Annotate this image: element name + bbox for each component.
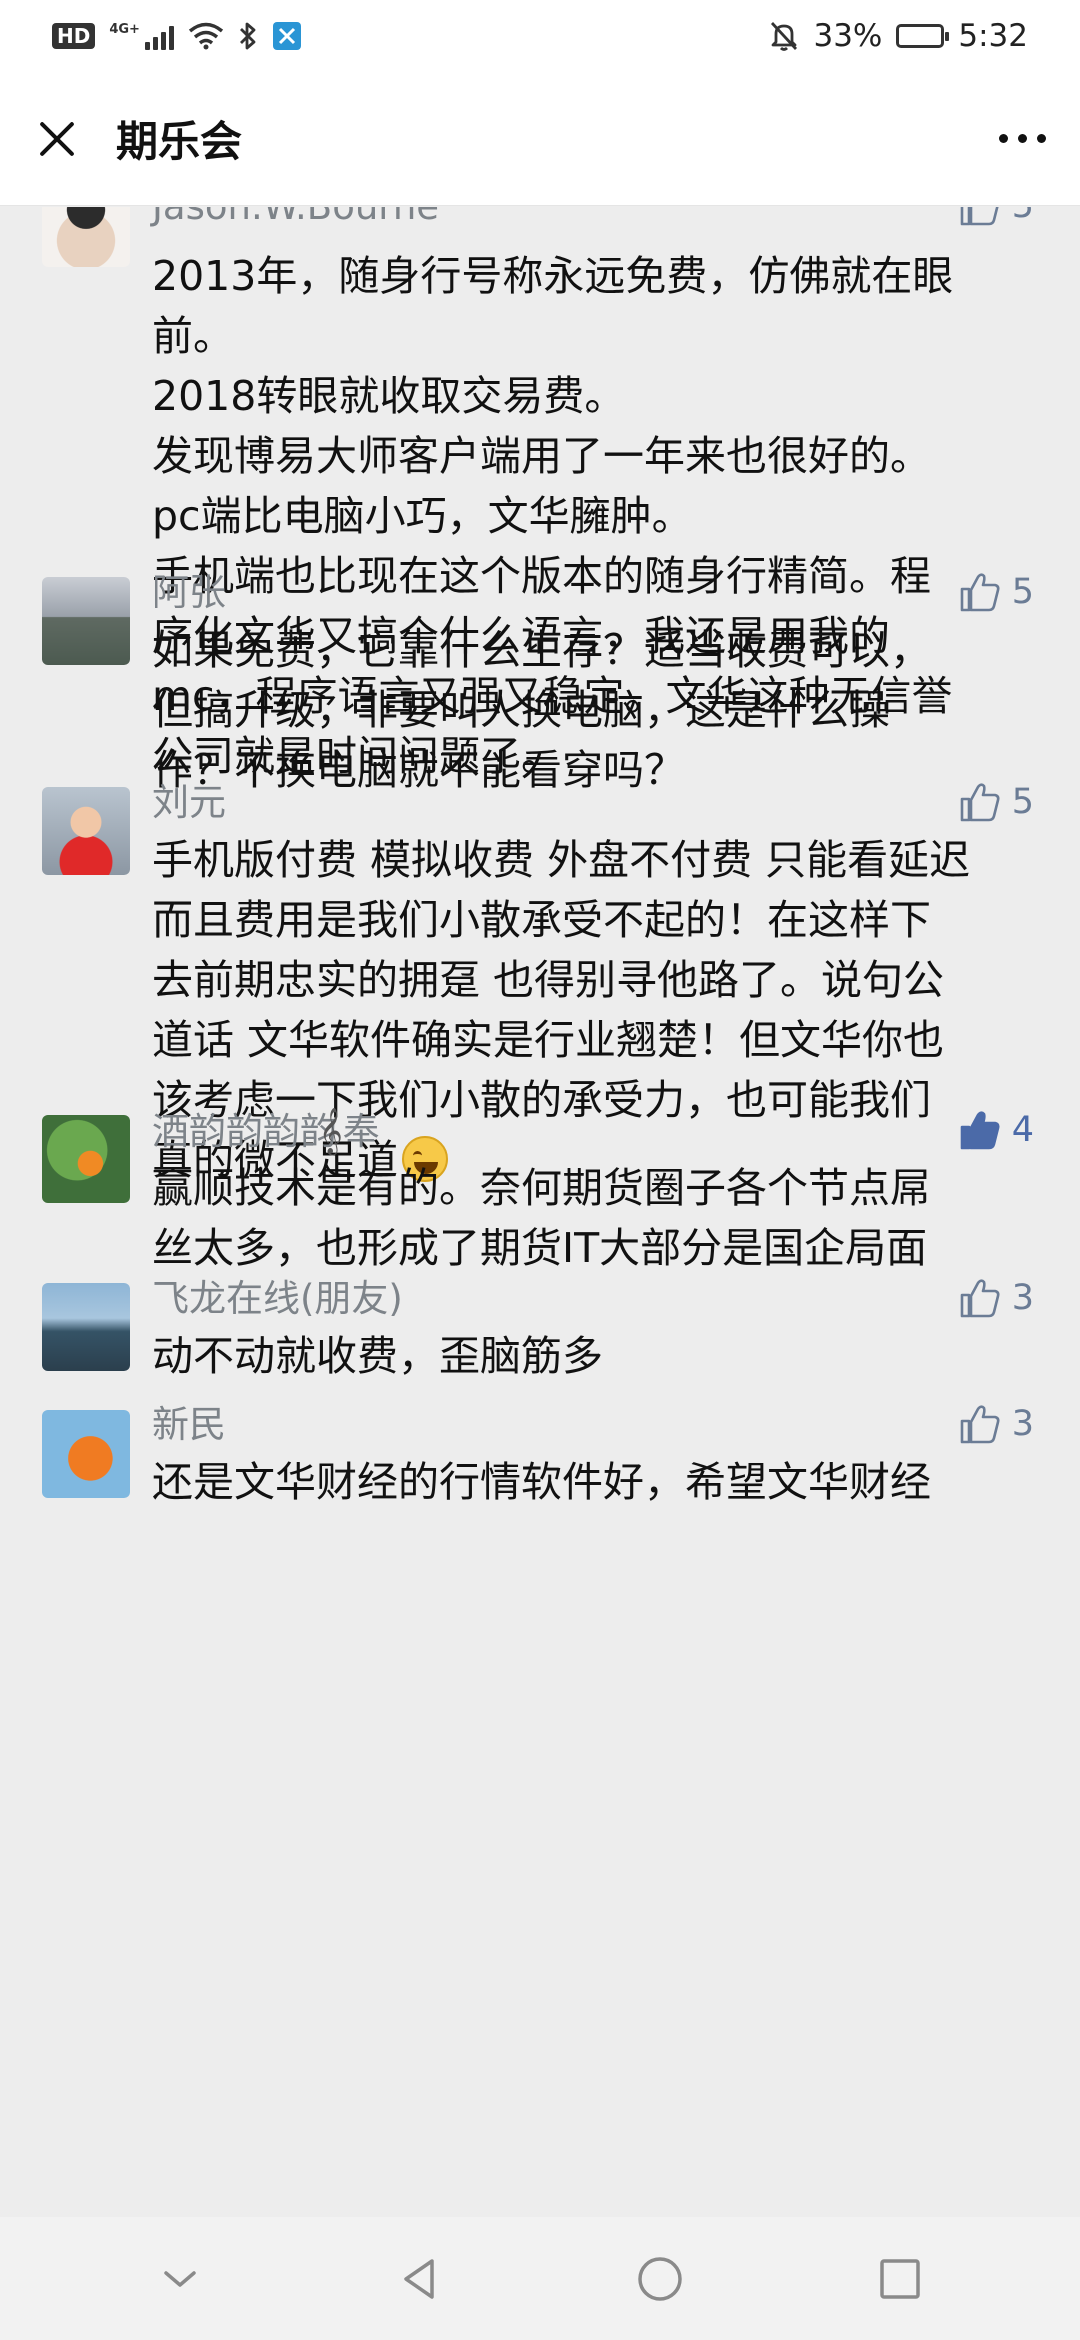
signal-icon: 4G+ <box>109 22 174 50</box>
thumbs-up-icon <box>960 573 1000 612</box>
page-title: 期乐会 <box>116 117 243 166</box>
more-icon[interactable] <box>999 124 1046 153</box>
avatar[interactable] <box>42 1283 130 1371</box>
like-count: 3 <box>1011 1278 1034 1318</box>
close-icon[interactable] <box>34 117 78 161</box>
hd-badge: HD <box>52 23 96 49</box>
like-button[interactable]: 3 <box>958 1277 1034 1319</box>
battery-icon <box>896 24 950 48</box>
like-button[interactable]: 5 <box>958 571 1034 613</box>
like-count: 5 <box>1012 207 1034 226</box>
like-button-active[interactable]: 4 <box>958 1109 1034 1151</box>
comment-author[interactable]: 阿张 <box>152 571 226 615</box>
comment-text: 动不动就收费，歪脑筋多 <box>152 1332 603 1380</box>
like-count: 5 <box>1011 782 1034 822</box>
comment-list[interactable]: Jason.W.Bourne 5 2013年，随身行号称永远免费，仿佛就在眼 前… <box>0 207 1080 2217</box>
comment-text: 如果免费，它靠什么生存？适当收费可以， 但搞升级，非要叫人换电脑，这是什么操 作… <box>152 626 931 794</box>
comment-text: 赢顺技术是有的。奈何期货圈子各个节点屌 丝太多，也形成了期货IT大部分是国企局面 <box>152 1164 931 1272</box>
comment-author[interactable]: 酒韵韵韵韵𝄞奉 <box>152 1109 380 1154</box>
clock: 5:32 <box>958 18 1028 54</box>
back-triangle-icon[interactable] <box>390 2249 450 2309</box>
app-notification-icon <box>272 22 301 50</box>
avatar[interactable] <box>42 577 130 665</box>
recents-square-icon[interactable] <box>870 2249 930 2309</box>
comment-text: 还是文华财经的行情软件好，希望文华财经 <box>152 1458 931 1506</box>
like-count: 5 <box>1011 572 1034 612</box>
mute-bell-icon <box>771 22 798 51</box>
avatar[interactable] <box>42 1410 130 1498</box>
comment-author[interactable]: Jason.W.Bourne <box>152 207 439 229</box>
avatar[interactable] <box>42 1115 130 1203</box>
like-count: 4 <box>1011 1110 1034 1150</box>
thumbs-up-filled-icon <box>960 1111 1000 1150</box>
avatar[interactable] <box>42 207 130 267</box>
like-button[interactable]: 3 <box>958 1403 1034 1445</box>
title-bar: 期乐会 <box>0 72 1080 206</box>
thumbs-up-icon <box>960 207 999 226</box>
chevron-down-icon[interactable] <box>150 2249 210 2309</box>
thumbs-up-icon <box>960 783 1000 822</box>
comment-author[interactable]: 刘元 <box>152 781 226 825</box>
like-button[interactable]: 5 <box>958 207 1034 227</box>
thumbs-up-icon <box>960 1405 1000 1444</box>
status-bar: HD 4G+ 33% 5:32 <box>0 0 1080 72</box>
wifi-icon <box>188 22 224 50</box>
like-button[interactable]: 5 <box>958 781 1034 823</box>
system-nav-bar <box>0 2217 1080 2340</box>
thumbs-up-icon <box>960 1279 1000 1318</box>
bluetooth-icon <box>239 22 256 50</box>
comment-author[interactable]: 飞龙在线(朋友) <box>152 1277 403 1321</box>
like-count: 3 <box>1011 1404 1034 1444</box>
avatar[interactable] <box>42 787 130 875</box>
battery-percent: 33% <box>813 18 883 54</box>
comment-author[interactable]: 新民 <box>152 1403 226 1447</box>
home-circle-icon[interactable] <box>630 2249 690 2309</box>
treble-clef-icon: 𝄞 <box>319 1108 343 1154</box>
